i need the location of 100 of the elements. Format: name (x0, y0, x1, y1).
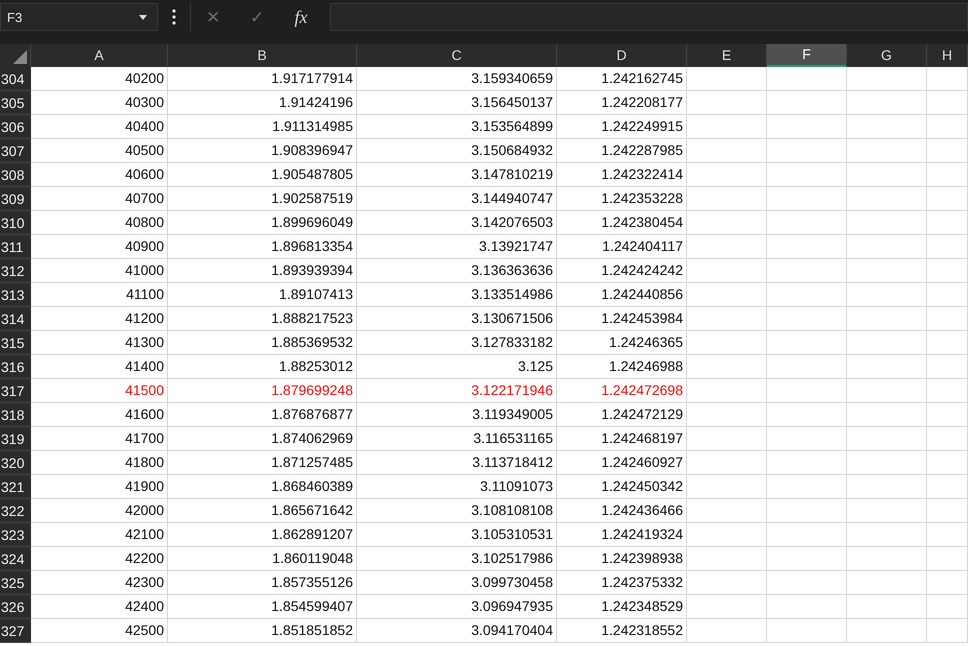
row-header[interactable]: 306 (0, 115, 31, 139)
empty-cell[interactable] (767, 427, 847, 451)
empty-cell[interactable] (847, 427, 927, 451)
empty-cell[interactable] (847, 499, 927, 523)
empty-cell[interactable] (767, 139, 847, 163)
empty-cell[interactable] (687, 427, 767, 451)
empty-cell[interactable] (927, 115, 968, 139)
empty-cell[interactable] (927, 211, 968, 235)
column-header[interactable]: G (847, 44, 927, 67)
empty-cell[interactable] (927, 379, 968, 403)
empty-cell[interactable] (927, 331, 968, 355)
empty-cell[interactable] (687, 595, 767, 619)
row-header[interactable]: 311 (0, 235, 31, 259)
empty-cell[interactable] (687, 211, 767, 235)
row-header[interactable]: 321 (0, 475, 31, 499)
empty-cell[interactable] (927, 187, 968, 211)
empty-cell[interactable] (847, 307, 927, 331)
empty-cell[interactable] (767, 451, 847, 475)
empty-cell[interactable] (847, 259, 927, 283)
empty-cell[interactable] (687, 403, 767, 427)
empty-cell[interactable] (767, 355, 847, 379)
empty-cell[interactable] (927, 571, 968, 595)
row-header[interactable]: 320 (0, 451, 31, 475)
column-header[interactable]: E (687, 44, 767, 67)
column-header[interactable]: H (927, 44, 968, 67)
empty-cell[interactable] (687, 283, 767, 307)
empty-cell[interactable] (847, 139, 927, 163)
empty-cell[interactable] (687, 187, 767, 211)
empty-cell[interactable] (767, 619, 847, 643)
row-header[interactable]: 314 (0, 307, 31, 331)
row-header[interactable]: 310 (0, 211, 31, 235)
empty-cell[interactable] (847, 523, 927, 547)
empty-cell[interactable] (847, 331, 927, 355)
empty-cell[interactable] (767, 307, 847, 331)
empty-cell[interactable] (687, 235, 767, 259)
empty-cell[interactable] (687, 523, 767, 547)
empty-cell[interactable] (687, 619, 767, 643)
empty-cell[interactable] (847, 67, 927, 91)
empty-cell[interactable] (927, 355, 968, 379)
empty-cell[interactable] (767, 475, 847, 499)
empty-cell[interactable] (847, 283, 927, 307)
empty-cell[interactable] (927, 427, 968, 451)
empty-cell[interactable] (767, 91, 847, 115)
empty-cell[interactable] (927, 475, 968, 499)
empty-cell[interactable] (767, 67, 847, 91)
empty-cell[interactable] (687, 91, 767, 115)
empty-cell[interactable] (767, 235, 847, 259)
empty-cell[interactable] (927, 499, 968, 523)
more-icon[interactable] (172, 9, 176, 25)
empty-cell[interactable] (767, 331, 847, 355)
row-header[interactable]: 319 (0, 427, 31, 451)
empty-cell[interactable] (767, 211, 847, 235)
empty-cell[interactable] (687, 163, 767, 187)
empty-cell[interactable] (847, 379, 927, 403)
empty-cell[interactable] (847, 235, 927, 259)
empty-cell[interactable] (927, 619, 968, 643)
empty-cell[interactable] (687, 115, 767, 139)
empty-cell[interactable] (847, 547, 927, 571)
empty-cell[interactable] (927, 523, 968, 547)
empty-cell[interactable] (767, 523, 847, 547)
empty-cell[interactable] (847, 211, 927, 235)
row-header[interactable]: 322 (0, 499, 31, 523)
empty-cell[interactable] (847, 451, 927, 475)
row-header[interactable]: 323 (0, 523, 31, 547)
empty-cell[interactable] (927, 163, 968, 187)
empty-cell[interactable] (847, 355, 927, 379)
row-header[interactable]: 318 (0, 403, 31, 427)
column-header[interactable]: C (357, 44, 557, 67)
empty-cell[interactable] (767, 595, 847, 619)
empty-cell[interactable] (767, 379, 847, 403)
empty-cell[interactable] (687, 379, 767, 403)
empty-cell[interactable] (847, 475, 927, 499)
empty-cell[interactable] (687, 259, 767, 283)
empty-cell[interactable] (767, 163, 847, 187)
empty-cell[interactable] (927, 595, 968, 619)
row-header[interactable]: 327 (0, 619, 31, 643)
empty-cell[interactable] (687, 307, 767, 331)
column-header[interactable]: B (168, 44, 357, 67)
empty-cell[interactable] (687, 451, 767, 475)
empty-cell[interactable] (687, 331, 767, 355)
row-header[interactable]: 316 (0, 355, 31, 379)
empty-cell[interactable] (767, 283, 847, 307)
empty-cell[interactable] (767, 403, 847, 427)
empty-cell[interactable] (847, 91, 927, 115)
empty-cell[interactable] (767, 259, 847, 283)
row-header[interactable]: 313 (0, 283, 31, 307)
empty-cell[interactable] (687, 355, 767, 379)
empty-cell[interactable] (927, 403, 968, 427)
empty-cell[interactable] (847, 595, 927, 619)
row-header[interactable]: 325 (0, 571, 31, 595)
empty-cell[interactable] (927, 451, 968, 475)
row-header[interactable]: 305 (0, 91, 31, 115)
row-header[interactable]: 307 (0, 139, 31, 163)
row-header[interactable]: 309 (0, 187, 31, 211)
row-header[interactable]: 308 (0, 163, 31, 187)
empty-cell[interactable] (847, 619, 927, 643)
insert-function-button[interactable]: fx (279, 6, 323, 28)
empty-cell[interactable] (767, 115, 847, 139)
row-header[interactable]: 315 (0, 331, 31, 355)
formula-input[interactable] (330, 3, 968, 31)
